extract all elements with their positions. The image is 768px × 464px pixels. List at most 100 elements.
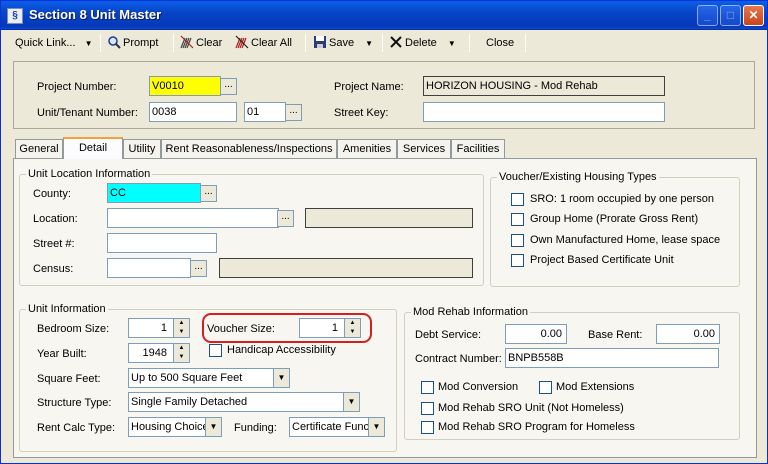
chevron-down-icon: ▼ bbox=[365, 39, 374, 48]
contract-number-field[interactable]: BNPB558B bbox=[505, 348, 719, 368]
funding-select[interactable]: Certificate Func ▼ bbox=[289, 417, 385, 437]
sro-program-label: Mod Rehab SRO Program for Homeless bbox=[438, 421, 635, 433]
street-key-label: Street Key: bbox=[334, 107, 389, 119]
chevron-down-icon: ▼ bbox=[84, 39, 93, 48]
delete-button[interactable]: Delete ▼ bbox=[389, 32, 456, 54]
save-button[interactable]: Save ▼ bbox=[313, 32, 373, 54]
base-rent-field[interactable]: 0.00 bbox=[656, 324, 720, 344]
group-home-checkbox[interactable] bbox=[511, 213, 524, 226]
contract-number-label: Contract Number: bbox=[415, 353, 502, 365]
year-built-label: Year Built: bbox=[37, 348, 87, 360]
close-window-button[interactable]: ✕ bbox=[743, 5, 764, 26]
handicap-label: Handicap Accessibility bbox=[227, 344, 336, 356]
project-number-label: Project Number: bbox=[37, 81, 117, 93]
debt-service-label: Debt Service: bbox=[415, 329, 482, 341]
location-lookup-button[interactable]: ... bbox=[277, 210, 294, 227]
sro-unit-checkbox[interactable] bbox=[421, 402, 434, 415]
app-icon: § bbox=[7, 8, 23, 24]
clear-all-icon bbox=[235, 35, 249, 49]
tab-facilities[interactable]: Facilities bbox=[451, 139, 505, 158]
base-rent-label: Base Rent: bbox=[588, 329, 643, 341]
tab-rent-reasonableness[interactable]: Rent Reasonableness/Inspections bbox=[161, 139, 337, 158]
bedroom-size-spinner[interactable]: ▲ ▼ bbox=[173, 319, 189, 337]
chevron-down-icon[interactable]: ▼ bbox=[273, 369, 289, 387]
location-description-field bbox=[305, 208, 473, 228]
voucher-size-highlight-annotation bbox=[202, 313, 372, 343]
clear-all-button[interactable]: Clear All bbox=[235, 32, 292, 54]
rent-calc-type-label: Rent Calc Type: bbox=[37, 422, 116, 434]
bedroom-size-label: Bedroom Size: bbox=[37, 323, 110, 335]
clear-button[interactable]: Clear bbox=[180, 32, 222, 54]
chevron-down-icon[interactable]: ▼ bbox=[368, 418, 384, 436]
minimize-button[interactable]: _ bbox=[697, 5, 718, 26]
chevron-down-icon: ▼ bbox=[447, 39, 456, 48]
structure-type-label: Structure Type: bbox=[37, 397, 112, 409]
census-lookup-button[interactable]: ... bbox=[190, 260, 207, 277]
location-field[interactable] bbox=[107, 208, 279, 228]
unit-number-field[interactable]: 0038 bbox=[149, 102, 237, 122]
unit-info-title: Unit Information bbox=[26, 303, 108, 315]
county-label: County: bbox=[33, 188, 71, 200]
sro-label: SRO: 1 room occupied by one person bbox=[530, 193, 715, 205]
project-number-field[interactable]: V0010 bbox=[149, 76, 221, 96]
year-built-stepper[interactable]: 1948 ▲ ▼ bbox=[128, 343, 190, 363]
tab-services[interactable]: Services bbox=[397, 139, 451, 158]
delete-x-icon bbox=[389, 35, 403, 49]
clear-broom-icon bbox=[180, 35, 194, 49]
prompt-button[interactable]: Prompt bbox=[107, 32, 158, 54]
clear-label: Clear bbox=[196, 37, 223, 49]
tab-general[interactable]: General bbox=[15, 139, 63, 158]
maximize-button[interactable]: □ bbox=[720, 5, 741, 26]
handicap-checkbox[interactable] bbox=[209, 344, 222, 357]
project-based-checkbox[interactable] bbox=[511, 254, 524, 267]
street-key-field[interactable] bbox=[423, 102, 665, 122]
square-feet-select[interactable]: Up to 500 Square Feet ▼ bbox=[128, 368, 290, 388]
county-lookup-button[interactable]: ... bbox=[200, 185, 217, 202]
voucher-types-title: Voucher/Existing Housing Types bbox=[497, 171, 659, 183]
tab-utility[interactable]: Utility bbox=[123, 139, 161, 158]
unit-tenant-label: Unit/Tenant Number: bbox=[37, 107, 138, 119]
funding-value: Certificate Func bbox=[292, 421, 370, 433]
sro-unit-label: Mod Rehab SRO Unit (Not Homeless) bbox=[438, 402, 624, 414]
sro-checkbox[interactable] bbox=[511, 193, 524, 206]
unit-location-title: Unit Location Information bbox=[26, 168, 153, 180]
manufactured-home-label: Own Manufactured Home, lease space bbox=[530, 234, 721, 246]
street-number-label: Street #: bbox=[33, 238, 75, 250]
magnifier-icon bbox=[107, 35, 121, 49]
quick-link-button[interactable]: Quick Link... ▼ bbox=[15, 32, 93, 54]
mod-rehab-title: Mod Rehab Information bbox=[411, 306, 530, 318]
location-label: Location: bbox=[33, 213, 78, 225]
square-feet-value: Up to 500 Square Feet bbox=[131, 372, 243, 384]
structure-type-select[interactable]: Single Family Detached ▼ bbox=[128, 392, 360, 412]
manufactured-home-checkbox[interactable] bbox=[511, 234, 524, 247]
chevron-down-icon[interactable]: ▼ bbox=[343, 393, 359, 411]
census-field[interactable] bbox=[107, 258, 191, 278]
project-based-label: Project Based Certificate Unit bbox=[530, 254, 674, 266]
street-number-field[interactable] bbox=[107, 233, 217, 253]
title-bar[interactable]: § Section 8 Unit Master _ □ ✕ bbox=[1, 1, 767, 30]
chevron-down-icon[interactable]: ▼ bbox=[205, 418, 221, 436]
year-built-spinner[interactable]: ▲ ▼ bbox=[173, 344, 189, 362]
funding-label: Funding: bbox=[234, 422, 277, 434]
mod-conversion-checkbox[interactable] bbox=[421, 381, 434, 394]
unit-lookup-button[interactable]: ... bbox=[285, 104, 302, 121]
toolbar: Quick Link... ▼ Prompt Clear Clear All S… bbox=[5, 32, 765, 54]
app-window: § Section 8 Unit Master _ □ ✕ Quick Link… bbox=[0, 0, 768, 464]
sro-program-checkbox[interactable] bbox=[421, 421, 434, 434]
mod-extensions-checkbox[interactable] bbox=[539, 381, 552, 394]
tenant-suffix-field[interactable]: 01 bbox=[244, 102, 286, 122]
bedroom-size-value: 1 bbox=[160, 322, 167, 334]
debt-service-field[interactable]: 0.00 bbox=[505, 324, 567, 344]
rent-calc-type-select[interactable]: Housing Choice ▼ bbox=[128, 417, 222, 437]
close-button[interactable]: Close bbox=[486, 32, 514, 54]
county-field[interactable]: CC bbox=[107, 183, 201, 203]
square-feet-label: Square Feet: bbox=[37, 373, 101, 385]
project-number-lookup-button[interactable]: ... bbox=[220, 78, 237, 95]
project-name-label: Project Name: bbox=[334, 81, 404, 93]
project-name-field: HORIZON HOUSING - Mod Rehab bbox=[423, 76, 665, 96]
window-title: Section 8 Unit Master bbox=[29, 7, 162, 22]
bedroom-size-stepper[interactable]: 1 ▲ ▼ bbox=[128, 318, 190, 338]
tab-detail[interactable]: Detail bbox=[63, 137, 123, 159]
structure-type-value: Single Family Detached bbox=[131, 396, 248, 408]
tab-amenities[interactable]: Amenities bbox=[337, 139, 397, 158]
